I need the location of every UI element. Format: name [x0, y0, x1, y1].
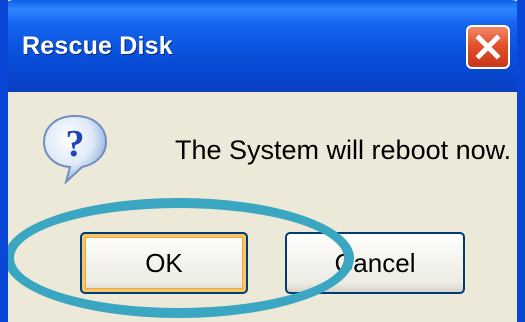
cancel-button[interactable]: Cancel — [285, 232, 465, 294]
question-icon: ? — [40, 112, 110, 186]
svg-text:?: ? — [66, 123, 85, 165]
title-bar[interactable]: Rescue Disk — [0, 0, 525, 92]
close-button[interactable] — [466, 25, 510, 69]
ok-button-label: OK — [145, 247, 183, 278]
rescue-disk-dialog: Rescue Disk ? The System will reboot now… — [0, 0, 525, 322]
ok-button[interactable]: OK — [80, 232, 248, 294]
close-icon — [475, 34, 501, 60]
cancel-button-label: Cancel — [334, 247, 416, 278]
window-title: Rescue Disk — [22, 32, 173, 60]
dialog-message: The System will reboot now. — [175, 135, 512, 165]
